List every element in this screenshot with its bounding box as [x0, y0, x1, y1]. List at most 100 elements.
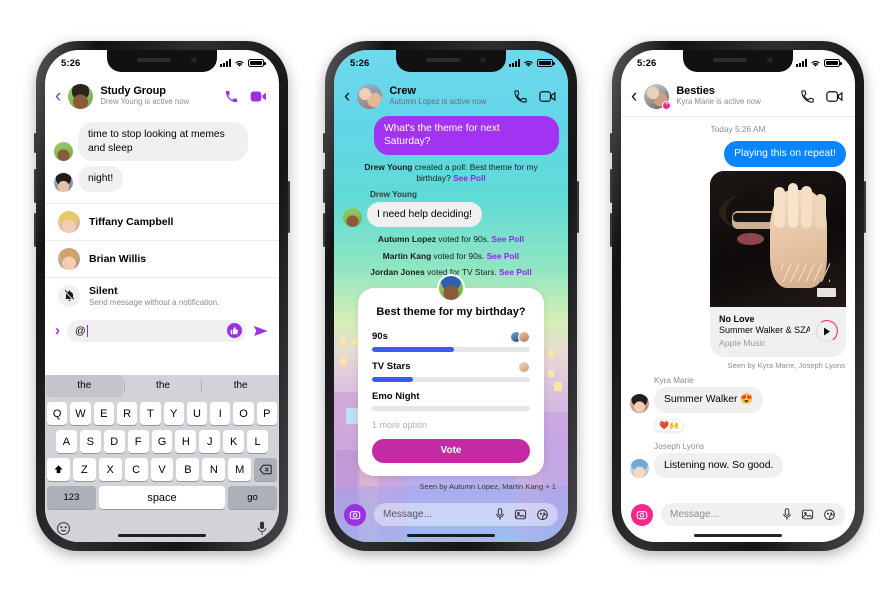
message-input[interactable]: @ [67, 319, 246, 342]
poll-option[interactable]: TV Stars [372, 360, 530, 382]
see-poll-link[interactable]: See Poll [491, 234, 524, 244]
message-bubble[interactable]: I need help deciding! [367, 201, 483, 228]
see-poll-link[interactable]: See Poll [487, 251, 520, 261]
video-camera-icon[interactable] [250, 90, 267, 103]
key-l[interactable]: L [247, 430, 269, 453]
message-thread[interactable]: What's the theme for next Saturday? Drew… [334, 116, 568, 542]
space-key[interactable]: space [98, 486, 226, 509]
go-key[interactable]: go [228, 486, 277, 509]
key-b[interactable]: B [176, 458, 200, 481]
vote-button[interactable]: Vote [372, 438, 530, 463]
keyboard-row-1[interactable]: Q W E R T Y U I O P [45, 402, 279, 425]
camera-icon[interactable] [344, 503, 366, 526]
compose-bar[interactable]: Message... [334, 503, 568, 526]
key-k[interactable]: K [223, 430, 245, 453]
chevron-left-icon[interactable]: ‹ [344, 87, 350, 106]
on-screen-keyboard[interactable]: the the the Q W E R T Y U I O P A S D F … [45, 375, 279, 542]
compose-bar[interactable]: › @ [45, 314, 279, 349]
message-reactions[interactable]: ❤️🙌 [654, 418, 684, 432]
home-indicator[interactable] [694, 533, 782, 537]
prediction-bar[interactable]: the the the [45, 375, 279, 397]
message-bubble[interactable]: night! [78, 166, 124, 192]
key-r[interactable]: R [116, 402, 138, 425]
music-share-card[interactable]: No Love Summer Walker & SZA Apple Music [710, 170, 846, 358]
numeric-key[interactable]: 123 [47, 486, 96, 509]
keyboard-row-2[interactable]: A S D F G H J K L [45, 430, 279, 453]
see-poll-link[interactable]: See Poll [453, 173, 486, 183]
key-a[interactable]: A [56, 430, 77, 453]
chevron-left-icon[interactable]: ‹ [55, 87, 61, 106]
poll-option[interactable]: 90s [372, 330, 530, 352]
video-camera-icon[interactable] [539, 90, 556, 103]
list-item[interactable]: Tiffany Campbell [45, 202, 279, 240]
phone-icon[interactable] [800, 89, 815, 104]
key-x[interactable]: X [98, 458, 122, 481]
avatar[interactable] [68, 83, 94, 109]
backspace-icon[interactable] [254, 458, 278, 481]
keyboard-row-4[interactable]: 123 space go [45, 486, 279, 509]
prediction-1[interactable]: the [125, 375, 202, 397]
message-input[interactable]: Message... [374, 503, 558, 526]
key-p[interactable]: P [256, 402, 277, 425]
message-input[interactable]: Message... [661, 503, 845, 526]
list-item-silent[interactable]: Silent Send message without a notificati… [45, 276, 279, 314]
sticker-icon[interactable] [536, 508, 549, 521]
poll-more-options[interactable]: 1 more option [372, 420, 530, 430]
home-indicator[interactable] [407, 533, 495, 537]
key-v[interactable]: V [150, 458, 174, 481]
mention-suggestion-list[interactable]: Tiffany Campbell Brian Willis Silent Sen… [45, 202, 279, 314]
key-i[interactable]: I [210, 402, 231, 425]
key-s[interactable]: S [79, 430, 101, 453]
message-bubble-outgoing[interactable]: Playing this on repeat! [724, 141, 846, 167]
key-m[interactable]: M [228, 458, 252, 481]
avatar[interactable]: + [644, 83, 672, 110]
microphone-icon[interactable] [495, 508, 505, 521]
sticker-icon[interactable] [823, 508, 836, 521]
photo-icon[interactable] [514, 508, 527, 521]
microphone-icon[interactable] [782, 508, 792, 521]
poll-option[interactable]: Emo Night [372, 391, 530, 411]
key-o[interactable]: O [233, 402, 254, 425]
list-item[interactable]: Brian Willis [45, 239, 279, 277]
phone-icon[interactable] [224, 89, 239, 104]
key-z[interactable]: Z [72, 458, 96, 481]
keyboard-row-3[interactable]: Z X C V B N M [45, 458, 279, 481]
message-thread[interactable]: Today 5:26 AM Playing this on repeat! No… [621, 116, 855, 542]
send-arrow-icon[interactable] [253, 324, 269, 338]
thumbs-up-icon[interactable] [227, 323, 242, 339]
compose-bar[interactable]: Message... [621, 503, 855, 526]
camera-icon[interactable] [631, 503, 653, 526]
key-h[interactable]: H [175, 430, 197, 453]
prediction-2[interactable]: the [202, 375, 279, 397]
key-g[interactable]: G [151, 430, 173, 453]
message-bubble[interactable]: Summer Walker 😍 [654, 387, 764, 413]
key-n[interactable]: N [202, 458, 226, 481]
key-j[interactable]: J [199, 430, 221, 453]
key-u[interactable]: U [186, 402, 208, 425]
emoji-icon[interactable] [56, 521, 71, 536]
see-poll-link[interactable]: See Poll [499, 267, 532, 277]
key-d[interactable]: D [103, 430, 125, 453]
keyboard-bottom-row[interactable] [45, 514, 279, 542]
key-c[interactable]: C [124, 458, 148, 481]
key-f[interactable]: F [127, 430, 149, 453]
message-bubble[interactable]: time to stop looking at memes and sleep [78, 122, 248, 162]
message-bubble-outgoing[interactable]: What's the theme for next Saturday? [374, 116, 559, 155]
video-camera-icon[interactable] [826, 90, 843, 103]
poll-card[interactable]: Best theme for my birthday? 90s TV Stars… [358, 274, 544, 476]
key-w[interactable]: W [70, 402, 91, 425]
chevron-right-icon[interactable]: › [55, 323, 60, 338]
add-member-badge-icon[interactable]: + [662, 100, 672, 110]
message-bubble[interactable]: Listening now. So good. [654, 452, 784, 479]
key-t[interactable]: T [140, 402, 161, 425]
shift-icon[interactable] [47, 458, 70, 481]
key-y[interactable]: Y [163, 402, 184, 425]
chevron-left-icon[interactable]: ‹ [631, 87, 637, 106]
prediction-0[interactable]: the [46, 375, 123, 397]
key-e[interactable]: E [93, 402, 114, 425]
key-q[interactable]: Q [47, 402, 68, 425]
microphone-icon[interactable] [256, 521, 268, 536]
home-indicator[interactable] [118, 533, 206, 537]
avatar[interactable] [357, 83, 383, 109]
photo-icon[interactable] [801, 508, 814, 521]
